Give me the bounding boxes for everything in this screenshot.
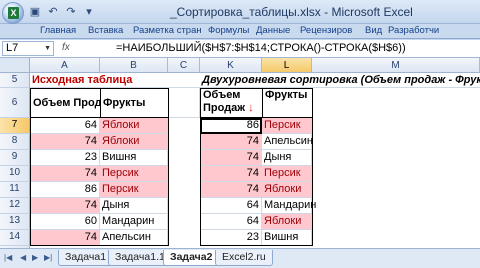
row-header-5[interactable]: 5 xyxy=(0,73,30,88)
right-header-fruit[interactable]: Фрукты ↑ xyxy=(262,88,313,118)
active-cell[interactable]: 86 xyxy=(200,118,262,134)
column-header-b[interactable]: B xyxy=(100,58,168,73)
table-cell[interactable]: Яблоки xyxy=(262,214,312,230)
last-sheet-icon[interactable]: ▶| xyxy=(44,253,52,262)
window-title: _Сортировка_таблицы.xlsx - Microsoft Exc… xyxy=(170,5,413,19)
table-cell[interactable]: 74 xyxy=(30,198,100,214)
tab-review[interactable]: Рецензиров xyxy=(300,25,352,36)
tab-developer[interactable]: Разработчи xyxy=(388,25,439,36)
table-cell[interactable]: Яблоки xyxy=(100,118,168,134)
undo-icon[interactable]: ↶ xyxy=(46,5,60,19)
row-header-14[interactable]: 14 xyxy=(0,230,30,246)
table-cell[interactable]: Персик xyxy=(262,118,312,134)
function-icon[interactable]: fx xyxy=(62,42,70,53)
tab-page-layout[interactable]: Разметка стран xyxy=(133,25,202,36)
table-cell[interactable]: 64 xyxy=(200,214,262,230)
quick-access-toolbar: ▣ ↶ ↷ ▾ xyxy=(28,5,96,19)
table-cell[interactable]: Дыня xyxy=(100,198,168,214)
left-header-volume[interactable]: Объем Продаж xyxy=(30,88,101,118)
row-header-10[interactable]: 10 xyxy=(0,166,30,182)
right-header-volume-label: Объем Продаж xyxy=(203,89,246,114)
table-cell[interactable]: Персик xyxy=(100,182,168,198)
title-bar: X ▣ ↶ ↷ ▾ _Сортировка_таблицы.xlsx - Mic… xyxy=(0,0,480,24)
select-all-corner[interactable] xyxy=(0,58,30,73)
table-cell[interactable]: 23 xyxy=(200,230,262,246)
name-box[interactable]: L7 ▼ xyxy=(2,41,54,56)
column-header-c[interactable]: C xyxy=(168,58,200,73)
row-header-13[interactable]: 13 xyxy=(0,214,30,230)
row-header-7[interactable]: 7 xyxy=(0,118,30,134)
row-header-11[interactable]: 11 xyxy=(0,182,30,198)
tab-formulas[interactable]: Формулы xyxy=(208,25,249,36)
table-cell[interactable]: Апельсин xyxy=(262,134,313,150)
row-header-12[interactable]: 12 xyxy=(0,198,30,214)
sheet-tab-bar: |◀ ◀ ▶ ▶| Задача1 Задача1.1 Задача2 Exce… xyxy=(0,248,480,268)
row-header-6[interactable]: 6 xyxy=(0,88,30,118)
table-cell[interactable]: Вишня xyxy=(262,230,312,246)
table-cell[interactable]: 74 xyxy=(200,182,262,198)
redo-icon[interactable]: ↷ xyxy=(64,5,78,19)
tab-home[interactable]: Главная xyxy=(40,25,76,36)
formula-input[interactable]: =НАИБОЛЬШИЙ($H$7:$H$14;СТРОКА()-СТРОКА($… xyxy=(116,42,406,54)
tab-insert[interactable]: Вставка xyxy=(88,25,123,36)
empty-cell[interactable] xyxy=(168,88,200,118)
right-header-volume[interactable]: Объем Продаж ↓ xyxy=(200,88,263,118)
table-cell[interactable]: 74 xyxy=(30,230,100,246)
table-cell[interactable]: Мандарин xyxy=(262,198,316,214)
table-cell[interactable]: 74 xyxy=(30,166,100,182)
table-cell[interactable]: Персик xyxy=(100,166,168,182)
first-sheet-icon[interactable]: |◀ xyxy=(4,253,12,262)
table-cell[interactable]: 60 xyxy=(30,214,100,230)
column-header-a[interactable]: A xyxy=(30,58,100,73)
table-cell[interactable]: 74 xyxy=(200,150,262,166)
table-cell[interactable]: Персик xyxy=(262,166,312,182)
table-cell[interactable]: 74 xyxy=(200,134,262,150)
left-table-title: Исходная таблица xyxy=(30,73,200,88)
next-sheet-icon[interactable]: ▶ xyxy=(32,253,38,262)
spreadsheet-grid: A B C K L M 5 6 7 8 9 10 11 12 13 14 15 … xyxy=(0,58,480,248)
table-cell[interactable]: Дыня xyxy=(262,150,312,166)
office-button[interactable]: X xyxy=(2,2,24,24)
table-cell[interactable]: 86 xyxy=(30,182,100,198)
table-cell[interactable]: Апельсин xyxy=(100,230,168,246)
chevron-down-icon[interactable]: ▼ xyxy=(44,42,51,55)
save-icon[interactable]: ▣ xyxy=(28,5,42,19)
row-header-8[interactable]: 8 xyxy=(0,134,30,150)
sheet-tab-1[interactable]: Задача1 xyxy=(58,250,114,266)
column-header-l[interactable]: L xyxy=(262,58,312,73)
table-cell[interactable]: Яблоки xyxy=(100,134,168,150)
sheet-tab-3[interactable]: Задача2 xyxy=(163,250,220,266)
prev-sheet-icon[interactable]: ◀ xyxy=(20,253,26,262)
ribbon-tabs: Главная Вставка Разметка стран Формулы Д… xyxy=(0,24,480,39)
formula-bar: L7 ▼ fx =НАИБОЛЬШИЙ($H$7:$H$14;СТРОКА()-… xyxy=(0,40,480,58)
column-header-m[interactable]: M xyxy=(312,58,480,73)
sheet-tab-4[interactable]: Excel2.ru xyxy=(215,250,273,266)
right-table-title: Двухуровневая сортировка (Объем продаж -… xyxy=(200,74,480,88)
sort-descending-icon: ↓ xyxy=(248,102,254,114)
table-cell[interactable]: 23 xyxy=(30,150,100,166)
table-cell[interactable]: Мандарин xyxy=(100,214,168,230)
left-header-fruit[interactable]: Фрукты xyxy=(100,88,169,118)
table-cell[interactable]: Яблоки xyxy=(262,182,312,198)
tab-data[interactable]: Данные xyxy=(256,25,290,36)
right-header-fruit-label: Фрукты xyxy=(265,89,308,101)
sort-ascending-icon: ↑ xyxy=(310,90,312,100)
row-header-9[interactable]: 9 xyxy=(0,150,30,166)
tab-view[interactable]: Вид xyxy=(365,25,382,36)
table-cell[interactable]: 64 xyxy=(30,118,100,134)
table-cell[interactable]: 74 xyxy=(30,134,100,150)
table-cell[interactable]: 64 xyxy=(200,198,262,214)
table-cell[interactable]: 74 xyxy=(200,166,262,182)
excel-icon: X xyxy=(8,7,19,19)
table-cell[interactable]: Вишня xyxy=(100,150,168,166)
column-header-k[interactable]: K xyxy=(200,58,262,73)
cell-reference: L7 xyxy=(6,42,19,54)
chevron-down-icon[interactable]: ▾ xyxy=(82,5,96,19)
